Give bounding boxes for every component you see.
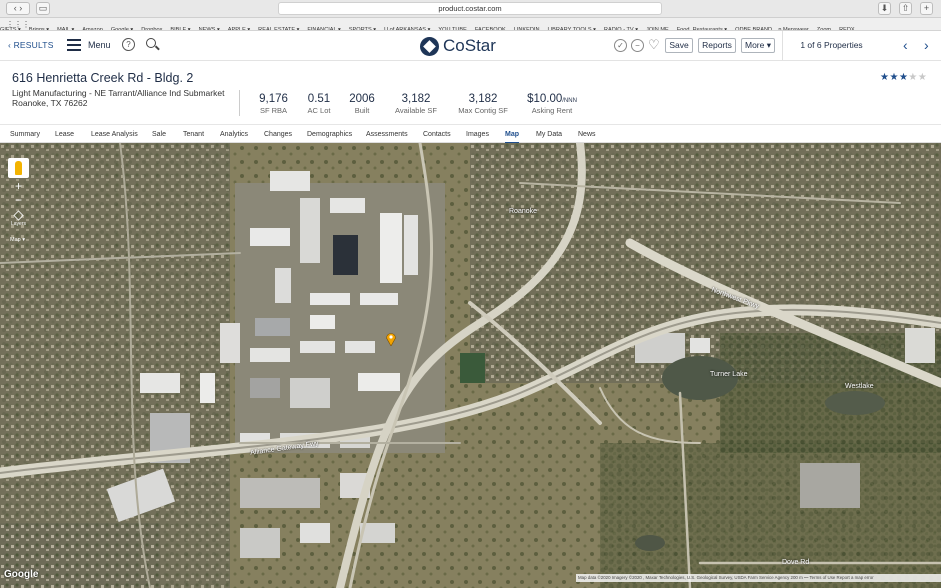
star-empty-icon: ★ [917,72,928,83]
previous-property-arrow-icon[interactable]: ‹ [903,37,908,53]
menu-label[interactable]: Menu [88,40,111,50]
tab-tenant[interactable]: Tenant [183,125,204,143]
bookmark-item[interactable]: FACEBOOK [475,24,506,30]
stat-max-contig-sf: 3,182 Max Contig SF [458,93,508,115]
bookmark-item[interactable]: JOIN.ME [646,24,669,30]
bookmark-item[interactable]: U of ARKANSAS ▾ [384,24,430,30]
map-type-dropdown[interactable]: Map ▾ [10,237,25,243]
share-button[interactable]: ⇧ [899,2,912,15]
back-forward-buttons[interactable]: ‹ › [6,2,30,15]
costar-logo-text: CoStar [443,36,496,55]
bookmark-item[interactable]: REAL ESTATE ▾ [258,24,299,30]
bookmark-item[interactable]: Google ▾ [111,24,133,30]
star-rating: ★★★★★ [880,72,927,83]
layers-button[interactable]: Layers [9,210,28,227]
bookmark-item[interactable]: RADIO - TV ▾ [604,24,638,30]
bookmark-item[interactable]: NEWS ▾ [199,24,220,30]
costar-logo-mark-icon [420,36,439,56]
stat-asking-rent: $10.00/NNN Asking Rent [527,93,577,115]
bookmark-item[interactable]: MAIL ▾ [57,24,74,30]
bookmark-item[interactable]: Briggs ▾ [29,24,49,30]
map-label-turner-lake: Turner Lake [710,371,748,378]
tab-bar: Summary Lease Lease Analysis Sale Tenant Anal… [0,124,941,144]
tab-summary[interactable]: Summary [10,125,40,143]
hamburger-menu-icon[interactable] [67,39,81,51]
property-type-submarket: Light Manufacturing - NE Tarrant/Allianc… [12,88,225,98]
stat-sf-rba: 9,176 SF RBA [259,93,288,115]
bookmark-item[interactable]: Zoom [817,24,831,30]
bookmark-item[interactable]: SPORTS ▾ [349,24,376,30]
bookmark-item[interactable]: FINANCIAL ▾ [307,24,340,30]
bookmarks-bar: ⋮⋮⋮ GIFTS ▾ Briggs ▾ MAIL ▾ Amazon Google ▾ D… [0,18,941,31]
property-counter: 1 of 6 Properties [782,31,880,60]
star-filled-icon: ★ [898,72,909,83]
property-city: Roanoke, TX 76262 [12,98,88,108]
map-attribution[interactable]: Map data ©2020 Imagery ©2020 , Maxar Tec… [576,574,941,582]
url-text: product.costar.com [438,4,502,13]
star-empty-icon: ★ [908,72,918,83]
street-view-pegman-icon[interactable] [8,158,29,178]
bookmark-item[interactable]: Dropbox [141,24,162,30]
tab-lease-analysis[interactable]: Lease Analysis [91,125,138,143]
layers-icon [13,210,24,221]
property-marker-pin-icon[interactable] [386,332,396,346]
bookmark-item[interactable]: Food, Restaurants ▾ [677,24,727,30]
tab-assessments[interactable]: Assessments [366,125,408,143]
stat-built: 2006 Built [349,93,375,115]
google-logo: Google [4,569,39,580]
tab-map[interactable]: Map [505,125,519,144]
bookmark-item[interactable]: ODBE BRAND ...n Menswear [735,24,809,30]
costar-logo: CoStar [420,36,496,56]
zoom-in-button[interactable]: + [8,180,29,194]
apps-grid-icon[interactable]: ⋮⋮⋮ [6,20,30,29]
bookmark-item[interactable]: LINKEDIN [514,24,540,30]
bookmark-item[interactable]: BIBLE ▾ [170,24,190,30]
tab-images[interactable]: Images [466,125,489,143]
stat-available-sf: 3,182 Available SF [395,93,437,115]
results-back-link[interactable]: ‹ RESULTS [8,40,54,50]
url-bar[interactable]: product.costar.com [278,2,662,15]
zoom-out-button[interactable]: − [8,194,29,208]
minus-circle-icon[interactable]: − [631,39,644,52]
map-label-roanoke: Roanoke [509,208,538,215]
tab-my-data[interactable]: My Data [536,125,562,143]
new-tab-button[interactable]: + [920,2,933,15]
bookmark-item[interactable]: Amazon [82,24,103,30]
save-button[interactable]: Save [665,38,693,53]
map-label-westlake: Westlake [845,383,874,390]
search-icon[interactable] [146,38,156,48]
app-header: ‹ RESULTS Menu ? CoStar ✓ − ♡ Save Repor… [0,31,941,61]
help-icon[interactable]: ? [122,38,135,51]
download-button[interactable]: ⬇ [878,2,891,15]
map-label-dove-rd: Dove Rd [782,559,810,566]
bookmark-item[interactable]: LIBRARY TOOLS ▾ [548,24,596,30]
property-header: 616 Henrietta Creek Rd - Bldg. 2 Light M… [0,62,941,124]
more-button[interactable]: More ▾ [741,38,775,53]
satellite-imagery [0,143,941,588]
satellite-map[interactable]: Roanoke Northwest Pkwy Alliance Gateway … [0,143,941,588]
sidebar-toggle-button[interactable]: ▭ [36,2,50,15]
tab-demographics[interactable]: Demographics [307,125,352,143]
tab-changes[interactable]: Changes [264,125,292,143]
next-property-arrow-icon[interactable]: › [924,37,929,53]
tab-analytics[interactable]: Analytics [220,125,248,143]
tab-news[interactable]: News [578,125,596,143]
header-divider [239,90,240,116]
browser-toolbar: ‹ › ▭ product.costar.com ⬇ ⇧ + [0,0,941,18]
tab-lease[interactable]: Lease [55,125,74,143]
bookmark-item[interactable]: YOU TUBE [438,24,467,30]
star-filled-icon: ★ [889,72,899,83]
reports-button[interactable]: Reports [698,38,736,53]
property-address: 616 Henrietta Creek Rd - Bldg. 2 [12,71,194,85]
tab-contacts[interactable]: Contacts [423,125,451,143]
heart-icon[interactable]: ♡ [648,37,660,53]
bookmark-item[interactable]: REDX [839,24,855,30]
tab-sale[interactable]: Sale [152,125,166,143]
checkmark-circle-icon[interactable]: ✓ [614,39,627,52]
bookmark-item[interactable]: APPLE ▾ [228,24,250,30]
stat-ac-lot: 0.51 AC Lot [307,93,331,115]
